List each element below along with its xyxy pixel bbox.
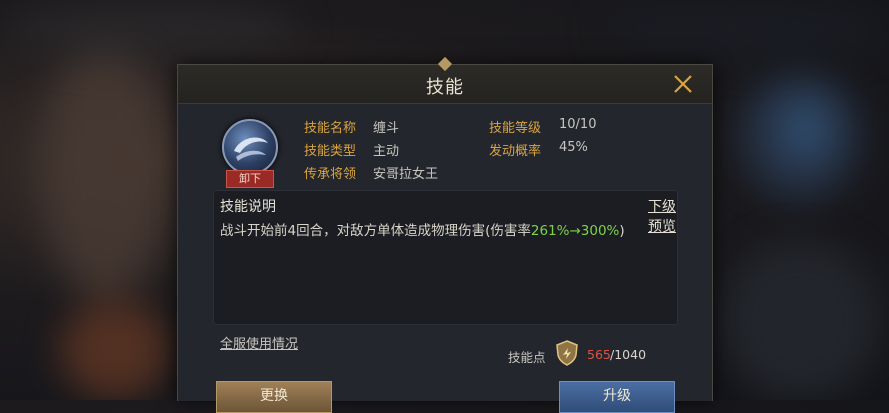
skill-name-value: 缠斗: [373, 121, 400, 136]
description-title: 技能说明: [220, 199, 276, 215]
skill-points-current: 565: [587, 347, 611, 362]
skill-points-max: /1040: [610, 347, 647, 362]
skill-level-value: 10/10: [559, 117, 597, 132]
skill-points-label: 技能点: [508, 350, 546, 365]
close-icon[interactable]: [672, 73, 694, 95]
inherit-general-value: 安哥拉女王: [373, 167, 439, 182]
upgrade-button[interactable]: 升级: [559, 381, 675, 413]
next-level-preview-link[interactable]: 下级预览: [648, 196, 677, 236]
damage-rate-highlight: 261%→300%: [530, 223, 620, 239]
trigger-chance-label: 发动概率: [489, 144, 542, 159]
skill-point-shield-icon: [555, 340, 579, 366]
skill-dialog: 技能 卸下 技能名称 缠斗 技能类型 主动 传承将领 安哥拉女王 技能等级 10…: [177, 56, 713, 413]
description-text-prefix: 战斗开始前4回合，对敌方单体造成物理伤害(伤害率: [220, 223, 531, 239]
dialog-title: 技能: [426, 77, 464, 98]
description-text-suffix: ): [619, 223, 625, 239]
description-text: 战斗开始前4回合，对敌方单体造成物理伤害(伤害率261%→300%): [220, 219, 625, 239]
skill-description-panel: 技能说明 下级预览 战斗开始前4回合，对敌方单体造成物理伤害(伤害率261%→3…: [213, 190, 678, 325]
skill-level-label: 技能等级: [489, 121, 542, 136]
dialog-titlebar: 技能: [178, 56, 712, 104]
replace-button[interactable]: 更换: [216, 381, 332, 413]
skill-name-label: 技能名称: [304, 121, 357, 136]
skill-type-label: 技能类型: [304, 144, 357, 159]
server-usage-link[interactable]: 全服使用情况: [220, 333, 298, 352]
unload-button[interactable]: 卸下: [226, 170, 274, 188]
trigger-chance-value: 45%: [559, 140, 588, 155]
crescent-wind-skill-icon[interactable]: [222, 119, 278, 175]
skill-type-value: 主动: [373, 144, 400, 159]
inherit-general-label: 传承将领: [304, 167, 357, 182]
